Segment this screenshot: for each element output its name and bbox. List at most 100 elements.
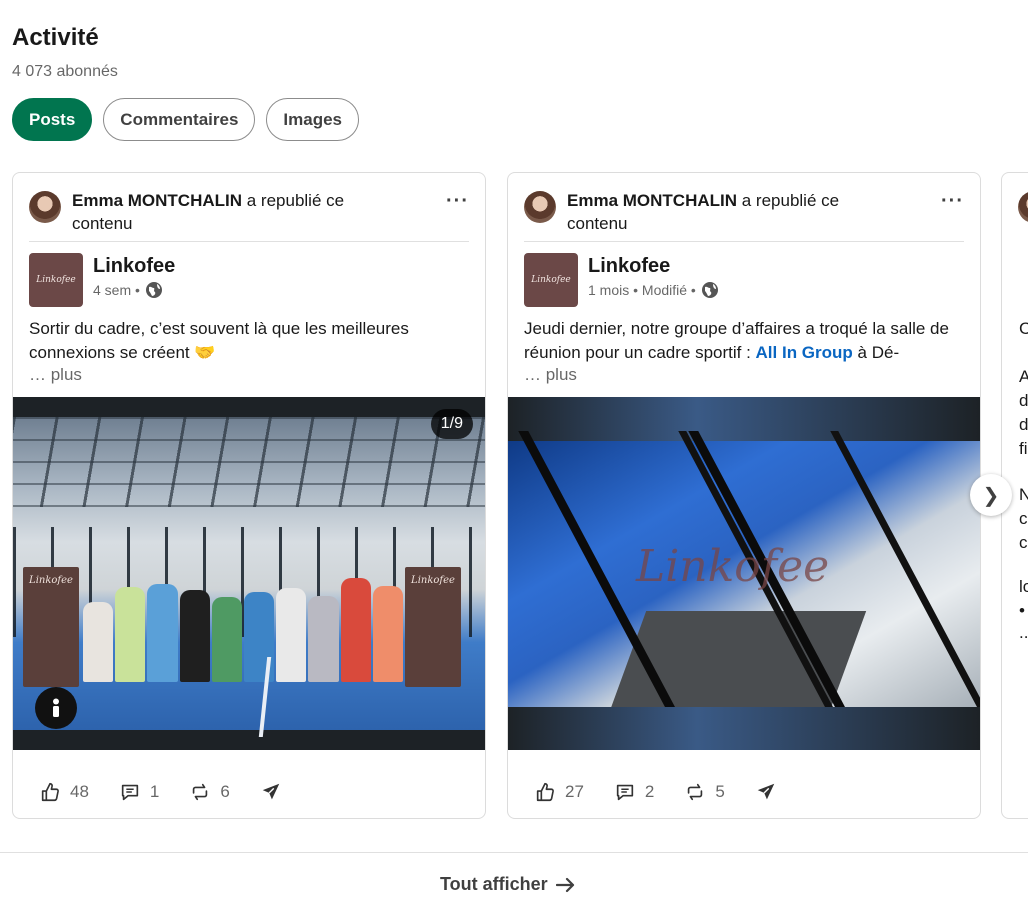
peek-text: N [1019,483,1028,507]
post-body-cont: à Dé- [852,343,900,362]
repost-count: 6 [220,782,230,801]
globe-icon [701,282,718,298]
info-icon[interactable] [35,687,77,729]
ceiling-beams [13,417,485,507]
person [179,590,210,682]
repost-line: Emma MONTCHALIN a republié ce contenu [567,189,887,235]
person [115,587,146,682]
comment-count: 2 [644,782,655,801]
repost-button[interactable]: 6 [189,781,230,803]
filter-tabs: Posts Commentaires Images [12,98,359,141]
org-name[interactable]: Linkofee [588,255,670,278]
post-video[interactable]: Linkofee [508,397,980,750]
show-all-label: Tout afficher [440,874,548,894]
peek-text: A [1019,365,1028,389]
see-more-link[interactable]: … plus [29,365,82,385]
comment-button[interactable]: 1 [119,781,159,803]
watermark: Linkofee [636,541,830,592]
repost-button[interactable]: 5 [684,781,725,803]
group-photo: Linkofee Linkofee [13,417,485,737]
peek-text: .. [1019,623,1028,642]
comment-button[interactable]: 2 [614,781,654,803]
comment-icon [616,784,634,801]
peek-text: lo [1019,577,1028,596]
send-icon [757,783,775,800]
avatar [1018,191,1028,223]
see-more-link[interactable]: … plus [524,365,577,385]
followers-count: 4 073 abonnés [12,63,118,80]
org-logo[interactable]: Linkofee [524,253,578,307]
repost-header: Emma MONTCHALIN a republié ce contenu ··… [524,189,964,243]
banner-right: Linkofee [405,567,461,687]
like-button[interactable]: 48 [39,781,89,803]
reaction-count: 27 [565,782,584,801]
post-meta: 1 mois • Modifié • [588,281,719,299]
divider [0,852,1028,853]
person [340,578,371,682]
reposter-name[interactable]: Emma MONTCHALIN [567,191,737,210]
like-button[interactable]: 27 [534,781,584,803]
social-actions: 27 2 5 [534,781,807,803]
social-actions: 48 1 6 [39,781,312,803]
show-all-button[interactable]: Tout afficher [440,874,576,895]
person [147,584,178,682]
divider [29,241,469,242]
post-body: Sortir du cadre, c’est souvent là que le… [29,319,409,362]
post-time: 4 sem • [93,282,140,298]
reposter-name[interactable]: Emma MONTCHALIN [72,191,242,210]
peek-text: d [1019,391,1028,410]
arrow-right-icon [555,877,574,892]
repost-icon [688,783,703,801]
post-time: 1 mois • Modifié • [588,282,696,298]
person [276,588,307,682]
tab-comments[interactable]: Commentaires [103,98,256,141]
chevron-right-icon: ❯ [982,484,1000,507]
send-button[interactable] [755,781,777,803]
thumbs-up-icon [41,782,59,802]
group-people [83,562,404,682]
post-card: Emma MONTCHALIN a republié ce contenu ··… [12,172,486,819]
more-options-icon[interactable]: ··· [446,191,469,211]
divider [524,241,964,242]
person [372,586,404,682]
peek-text: fi [1019,439,1028,458]
send-icon [262,783,280,800]
globe-icon [145,282,162,298]
org-logo[interactable]: Linkofee [29,253,83,307]
tab-images[interactable]: Images [266,98,359,141]
reaction-count: 48 [70,782,89,801]
comment-count: 1 [149,782,160,801]
mention-link[interactable]: All In Group [756,343,853,362]
banner-left: Linkofee [23,567,79,687]
post-card: Emma MONTCHALIN a republié ce contenu ··… [507,172,981,819]
post-meta: 4 sem • [93,281,163,299]
peek-text: c [1019,509,1028,528]
post-text: Sortir du cadre, c’est souvent là que le… [29,317,469,365]
section-title: Activité [12,24,99,51]
person [83,602,114,682]
repost-count: 5 [715,782,725,801]
post-image[interactable]: Linkofee Linkofee 1/9 [13,397,485,750]
person [308,596,339,682]
video-letterbox [508,707,980,750]
carousel-next-button[interactable]: ❯ [970,474,1012,516]
peek-text: c [1019,533,1028,552]
comment-icon [121,784,139,801]
post-text: Jeudi dernier, notre groupe d’affaires a… [524,317,964,365]
org-name[interactable]: Linkofee [93,255,175,278]
more-options-icon[interactable]: ··· [941,191,964,211]
media-counter: 1/9 [430,409,473,439]
peek-text: d [1019,415,1028,434]
tab-posts[interactable]: Posts [12,98,93,141]
video-frame: Linkofee [508,431,980,731]
peek-text: C [1019,317,1028,341]
peek-text: • [1019,601,1025,620]
avatar[interactable] [524,191,556,223]
thumbs-up-icon [536,782,554,802]
avatar[interactable] [29,191,61,223]
person [211,597,243,682]
send-button[interactable] [260,781,282,803]
repost-icon [193,783,208,801]
repost-header: Emma MONTCHALIN a republié ce contenu ··… [29,189,469,243]
repost-line: Emma MONTCHALIN a republié ce contenu [72,189,392,235]
